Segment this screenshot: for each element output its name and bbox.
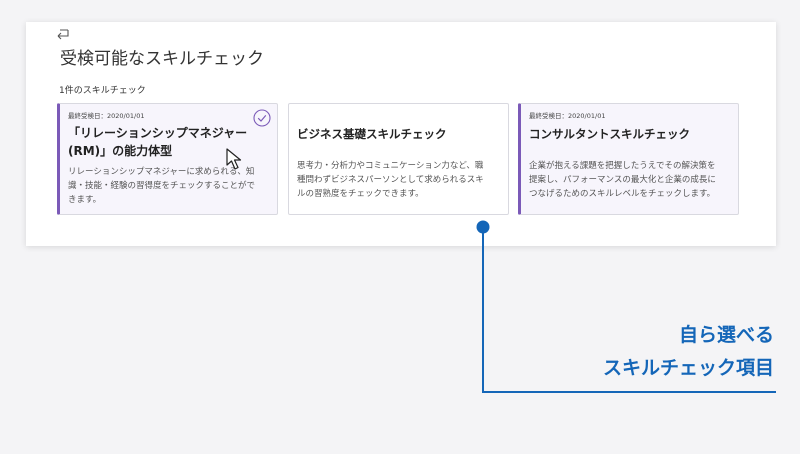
- back-icon[interactable]: [56, 29, 70, 41]
- card-description-line2: 提案し、パフォーマンスの最大化と企業の成長に: [529, 175, 716, 185]
- card-description-line1: 企業が抱える課題を把握したうえでその解決策を: [529, 161, 716, 171]
- last-exam-date: 最終受検日：2020/01/01: [68, 112, 145, 120]
- result-count: 1件のスキルチェック: [59, 86, 146, 96]
- skill-check-panel: 受検可能なスキルチェック 1件のスキルチェック 最終受検日：2020/01/01…: [26, 22, 776, 246]
- card-description-line3: きます。: [68, 195, 102, 205]
- card-title: コンサルタントスキルチェック: [529, 127, 690, 141]
- card-title-line1: 「リレーションシップマネジャー: [68, 126, 248, 140]
- card-description-line3: ルの習熟度をチェックできます。: [297, 189, 424, 199]
- card-description-line2: 種問わずビジネスパーソンとして求められるスキ: [297, 175, 484, 185]
- card-description-line2: 識・技能・経験の習得度をチェックすることがで: [68, 181, 256, 191]
- skill-card-consultant[interactable]: 最終受検日：2020/01/01 コンサルタントスキルチェック 企業が抱える課題…: [518, 103, 739, 215]
- last-exam-date: 最終受検日：2020/01/01: [529, 112, 606, 120]
- page-title: 受検可能なスキルチェック: [60, 49, 264, 69]
- callout-line1: 自ら選べる: [678, 324, 774, 346]
- callout-line2: スキルチェック項目: [602, 357, 774, 379]
- card-description-line1: 思考力・分析力やコミュニケーション力など、職: [297, 161, 484, 171]
- skill-card-business-basics[interactable]: ビジネス基礎スキルチェック 思考力・分析力やコミュニケーション力など、職 種問わ…: [288, 103, 509, 215]
- card-description-line3: つなげるためのスキルレベルをチェックします。: [529, 189, 716, 199]
- card-title: ビジネス基礎スキルチェック: [297, 127, 447, 141]
- cursor-icon: [226, 148, 242, 170]
- check-icon: [253, 109, 271, 127]
- card-title-line2: (RM)」の能力体型: [68, 144, 173, 158]
